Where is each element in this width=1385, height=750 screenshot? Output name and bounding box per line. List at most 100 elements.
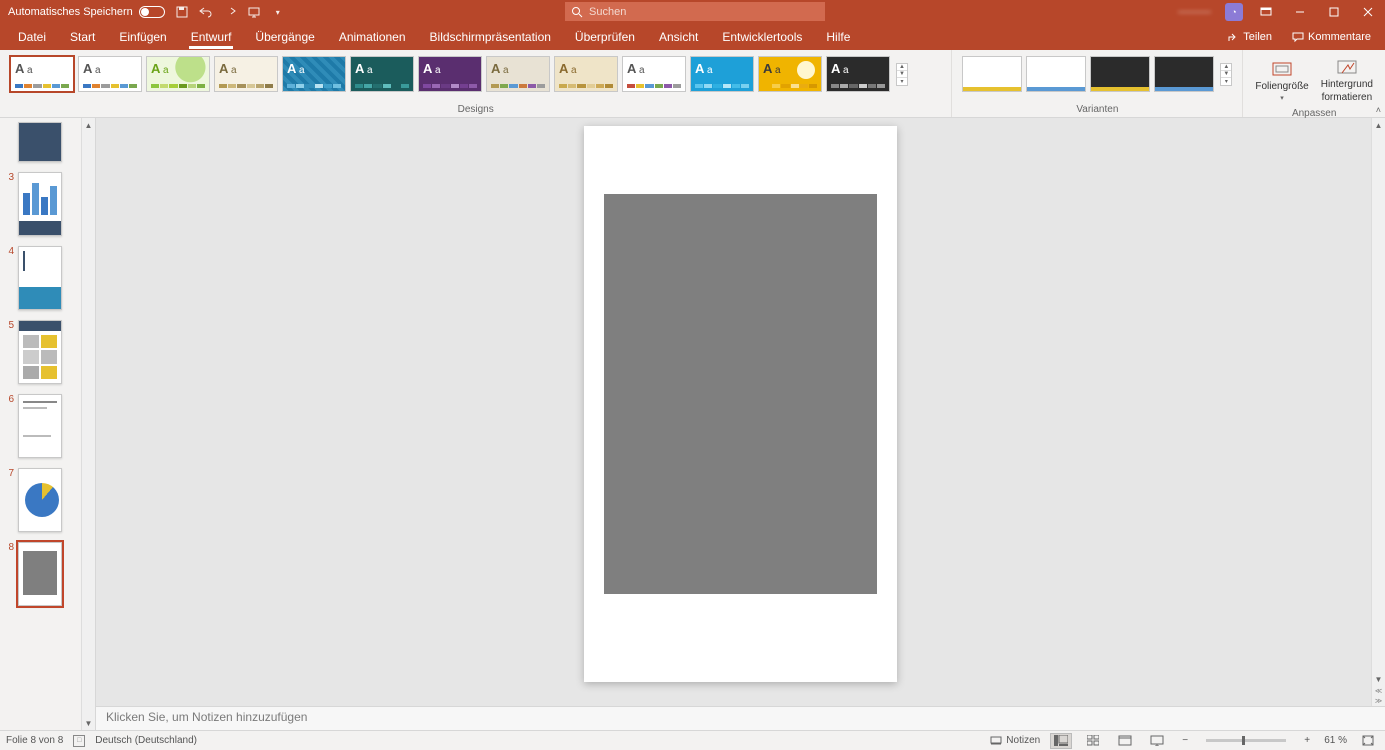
collapse-ribbon-icon[interactable]: ˄ — [1376, 105, 1381, 115]
scroll-up-icon[interactable]: ▲ — [1372, 118, 1385, 132]
slide-canvas[interactable]: ▲ ▼ ≪ ≫ — [96, 118, 1385, 706]
share-icon — [1227, 31, 1239, 43]
theme-thumb[interactable]: Aa — [486, 56, 550, 92]
tab-bildschirmpräsentation[interactable]: Bildschirmpräsentation — [418, 25, 563, 50]
theme-thumb[interactable]: Aa — [282, 56, 346, 92]
tab-start[interactable]: Start — [58, 25, 107, 50]
format-background-button[interactable]: Hintergrund formatieren — [1315, 54, 1379, 108]
chevron-down-icon: ▾ — [1280, 94, 1284, 102]
zoom-in-button[interactable]: + — [1300, 735, 1314, 746]
status-bar: Folie 8 von 8 □ Deutsch (Deutschland) No… — [0, 730, 1385, 750]
theme-thumb[interactable]: Aa — [554, 56, 618, 92]
zoom-slider[interactable] — [1206, 739, 1286, 742]
redo-icon[interactable] — [223, 5, 237, 19]
canvas-scrollbar[interactable]: ▲ ▼ ≪ ≫ — [1371, 118, 1385, 706]
slide-number: 8 — [6, 542, 14, 606]
undo-icon[interactable] — [199, 5, 213, 19]
maximize-button[interactable] — [1317, 0, 1351, 24]
scroll-down-icon[interactable]: ▼ — [82, 716, 95, 730]
theme-thumb[interactable]: Aa — [758, 56, 822, 92]
minimize-button[interactable] — [1283, 0, 1317, 24]
slide-preview[interactable] — [18, 246, 62, 310]
slide-preview[interactable] — [18, 394, 62, 458]
tab-entwicklertools[interactable]: Entwicklertools — [710, 25, 814, 50]
group-variants: ▲▼▾ Varianten — [952, 50, 1243, 117]
close-button[interactable] — [1351, 0, 1385, 24]
slideshow-view-button[interactable] — [1146, 733, 1168, 749]
theme-thumb[interactable]: Aa — [690, 56, 754, 92]
notes-pane[interactable]: Klicken Sie, um Notizen hinzuzufügen — [96, 706, 1385, 730]
tab-ansicht[interactable]: Ansicht — [647, 25, 710, 50]
slide-page[interactable] — [584, 126, 897, 682]
theme-thumb[interactable]: Aa — [78, 56, 142, 92]
work-area: 3 4 5 6 7 8 ▲ ▼ ▲ ▼ ≪ ≫ Klicken Sie, um Notiz… — [0, 118, 1385, 730]
tab-überprüfen[interactable]: Überprüfen — [563, 25, 647, 50]
slide-thumbnail[interactable]: 7 — [6, 468, 79, 532]
scroll-down-icon[interactable]: ▼ — [1372, 672, 1385, 686]
content-placeholder[interactable] — [604, 194, 877, 594]
account-name[interactable]: ——— — [1170, 6, 1219, 18]
scroll-down-icon[interactable]: ▼ — [897, 70, 907, 77]
tab-entwurf[interactable]: Entwurf — [179, 25, 244, 50]
theme-thumb[interactable]: Aa — [350, 56, 414, 92]
themes-more[interactable]: ▲▼▾ — [896, 63, 908, 86]
theme-thumb[interactable]: Aa — [146, 56, 210, 92]
slide-thumbnail[interactable]: 8 — [6, 542, 79, 606]
scroll-up-icon[interactable]: ▲ — [82, 118, 95, 132]
expand-gallery-icon[interactable]: ▾ — [897, 77, 907, 85]
reading-view-button[interactable] — [1114, 733, 1136, 749]
slide-preview[interactable] — [18, 122, 62, 162]
slide-thumbnail[interactable]: 6 — [6, 394, 79, 458]
slide-preview[interactable] — [18, 542, 62, 606]
slide-counter[interactable]: Folie 8 von 8 — [6, 735, 63, 746]
prev-slide-icon[interactable]: ≪ — [1372, 686, 1385, 696]
slide-thumbnail[interactable] — [6, 122, 79, 162]
sorter-view-button[interactable] — [1082, 733, 1104, 749]
scroll-down-icon[interactable]: ▼ — [1221, 70, 1231, 77]
share-button[interactable]: Teilen — [1219, 28, 1280, 46]
autosave-toggle[interactable]: Automatisches Speichern — [8, 6, 165, 18]
slide-preview[interactable] — [18, 468, 62, 532]
theme-thumb[interactable]: Aa — [622, 56, 686, 92]
tab-datei[interactable]: Datei — [6, 25, 58, 50]
tab-hilfe[interactable]: Hilfe — [814, 25, 862, 50]
next-slide-icon[interactable]: ≫ — [1372, 696, 1385, 706]
normal-view-button[interactable] — [1050, 733, 1072, 749]
tab-einfügen[interactable]: Einfügen — [107, 25, 178, 50]
qat-more-icon[interactable]: ▾ — [271, 5, 285, 19]
theme-thumb[interactable]: Aa — [418, 56, 482, 92]
theme-thumb[interactable]: Aa — [826, 56, 890, 92]
notes-toggle[interactable]: Notizen — [990, 735, 1040, 746]
zoom-percentage[interactable]: 61 % — [1324, 735, 1347, 746]
variant-thumb[interactable] — [1090, 56, 1150, 92]
start-show-icon[interactable] — [247, 5, 261, 19]
variant-thumb[interactable] — [962, 56, 1022, 92]
save-icon[interactable] — [175, 5, 189, 19]
slide-preview[interactable] — [18, 320, 62, 384]
slide-thumbnail[interactable]: 3 — [6, 172, 79, 236]
variants-more[interactable]: ▲▼▾ — [1220, 63, 1232, 86]
variant-thumb[interactable] — [1154, 56, 1214, 92]
search-input[interactable] — [589, 6, 819, 18]
search-box[interactable] — [565, 2, 825, 21]
variant-thumb[interactable] — [1026, 56, 1086, 92]
expand-gallery-icon[interactable]: ▾ — [1221, 77, 1231, 85]
tab-animationen[interactable]: Animationen — [327, 25, 418, 50]
theme-thumb[interactable]: Aa — [214, 56, 278, 92]
spellcheck-icon[interactable]: □ — [73, 735, 85, 747]
fit-to-window-button[interactable] — [1357, 733, 1379, 749]
slide-thumbnail[interactable]: 4 — [6, 246, 79, 310]
comments-button[interactable]: Kommentare — [1284, 28, 1379, 46]
ribbon-display-icon[interactable] — [1249, 0, 1283, 24]
slide-thumbnail[interactable]: 5 — [6, 320, 79, 384]
account-avatar-icon[interactable]: ◔ — [1225, 3, 1243, 21]
ribbon: AaAaAaAaAaAaAaAaAaAaAaAaAa▲▼▾ Designs ▲▼… — [0, 50, 1385, 118]
thumbnails-scrollbar[interactable]: ▲ ▼ — [81, 118, 95, 730]
theme-thumb[interactable]: Aa — [10, 56, 74, 92]
slide-preview[interactable] — [18, 172, 62, 236]
slide-size-button[interactable]: Foliengröße ▾ — [1249, 54, 1314, 108]
language-indicator[interactable]: Deutsch (Deutschland) — [95, 735, 197, 746]
group-designs: AaAaAaAaAaAaAaAaAaAaAaAaAa▲▼▾ Designs — [0, 50, 952, 117]
zoom-out-button[interactable]: − — [1178, 735, 1192, 746]
tab-übergänge[interactable]: Übergänge — [243, 25, 326, 50]
